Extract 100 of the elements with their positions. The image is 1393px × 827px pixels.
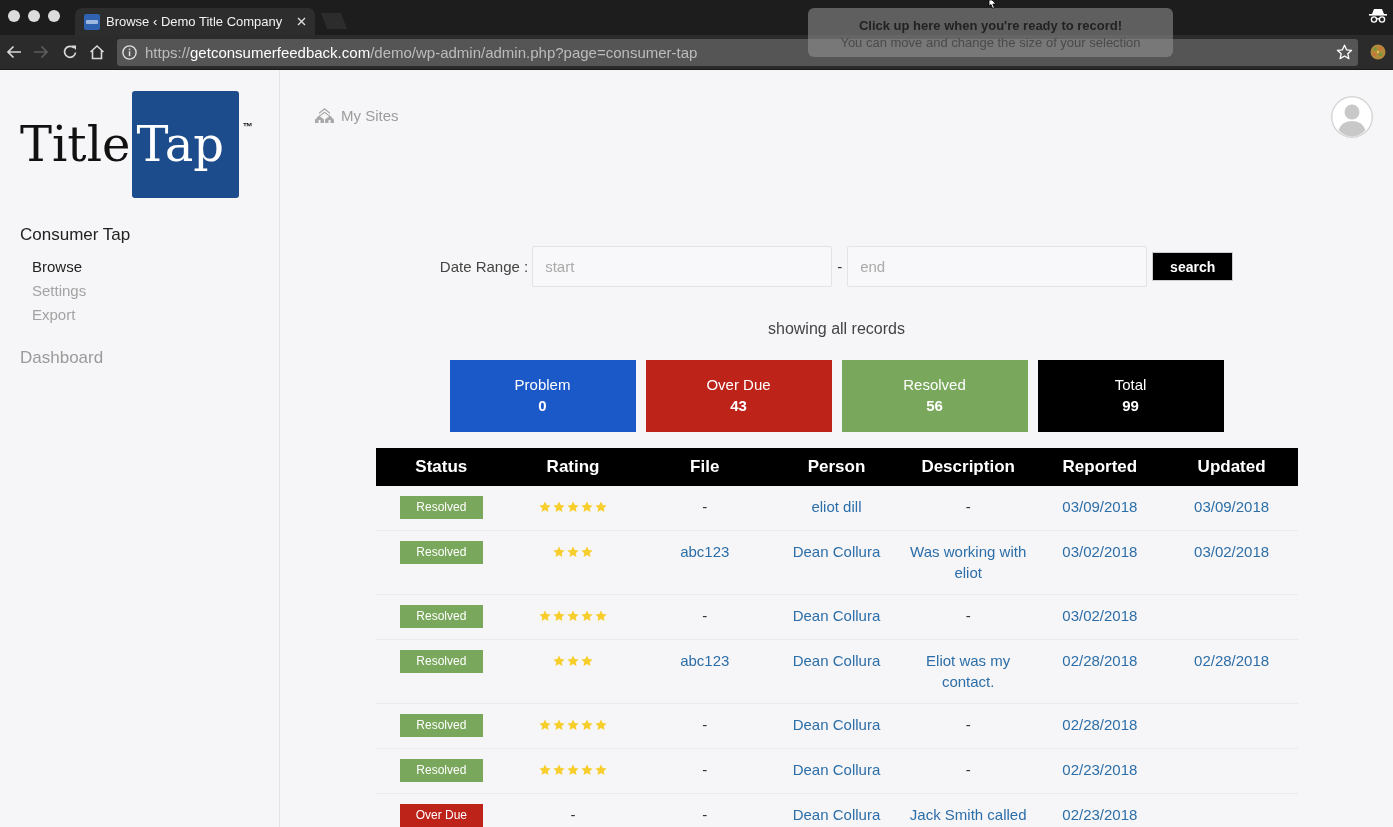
close-icon[interactable] bbox=[297, 17, 306, 26]
sidebar-item[interactable]: Browse bbox=[32, 255, 83, 279]
logo-text: Title bbox=[20, 115, 131, 174]
sidebar-section[interactable]: Consumer Tap bbox=[20, 224, 131, 246]
stat-value: 56 bbox=[926, 396, 943, 416]
description-link[interactable]: Was working with eliot bbox=[906, 541, 1030, 583]
incognito-icon[interactable] bbox=[1369, 8, 1387, 23]
file-link[interactable]: abc123 bbox=[680, 652, 730, 669]
table-cell: - bbox=[902, 594, 1034, 640]
date-link[interactable]: 03/02/2018 bbox=[1194, 543, 1270, 560]
star-icon bbox=[539, 501, 552, 513]
table-cell: - bbox=[638, 748, 771, 794]
date-link[interactable]: 03/09/2018 bbox=[1194, 498, 1270, 515]
extension-icon[interactable] bbox=[1370, 44, 1386, 60]
info-icon[interactable] bbox=[122, 44, 137, 60]
star-icon bbox=[567, 610, 580, 622]
reload-icon[interactable] bbox=[62, 44, 78, 60]
date-link[interactable]: 02/28/2018 bbox=[1062, 652, 1138, 669]
stat-label: Total bbox=[1114, 375, 1147, 395]
star-icon bbox=[581, 719, 594, 731]
person-link[interactable]: Dean Collura bbox=[792, 716, 881, 733]
table-cell: - bbox=[638, 594, 771, 640]
star-icon bbox=[595, 501, 608, 513]
date-link[interactable]: 03/02/2018 bbox=[1062, 543, 1138, 560]
stat-value: 0 bbox=[538, 396, 547, 416]
star-icon bbox=[553, 610, 566, 622]
person-link[interactable]: Dean Collura bbox=[792, 652, 881, 669]
star-icon bbox=[595, 610, 608, 622]
window-minimize-icon[interactable] bbox=[28, 10, 40, 22]
star-icon bbox=[553, 764, 566, 776]
status-badge: Resolved bbox=[399, 496, 483, 519]
stat-label: Problem bbox=[514, 375, 571, 395]
star-icon bbox=[581, 655, 594, 667]
star-icon bbox=[567, 655, 580, 667]
status-badge: Resolved bbox=[399, 541, 483, 564]
status-badge: Resolved bbox=[399, 759, 483, 782]
status-badge: Resolved bbox=[399, 605, 483, 628]
logo-tile: Tap bbox=[132, 91, 240, 198]
records-summary: showing all records bbox=[768, 319, 905, 339]
end-date-field[interactable]: end bbox=[847, 246, 1148, 287]
houses-icon bbox=[315, 107, 334, 123]
person-link[interactable]: eliot dill bbox=[811, 498, 862, 515]
range-separator: - bbox=[837, 258, 843, 275]
table-cell: - bbox=[638, 703, 771, 749]
person-link[interactable]: Dean Collura bbox=[792, 543, 881, 560]
file-link[interactable]: abc123 bbox=[680, 543, 730, 560]
window-zoom-icon[interactable] bbox=[48, 10, 60, 22]
star-icon bbox=[567, 719, 580, 731]
stat-label: Resolved bbox=[903, 375, 966, 395]
table-cell: - bbox=[507, 793, 639, 827]
star-icon bbox=[553, 719, 566, 731]
start-date-field[interactable]: start bbox=[532, 246, 833, 287]
person-link[interactable]: Dean Collura bbox=[792, 761, 881, 778]
star-icon bbox=[567, 501, 580, 513]
star-icon bbox=[567, 764, 580, 776]
star-icon bbox=[539, 719, 552, 731]
star-icon bbox=[553, 655, 566, 667]
table-cell: - bbox=[638, 486, 771, 531]
status-badge: Over Due bbox=[399, 804, 483, 827]
table-cell: - bbox=[902, 703, 1034, 749]
table-cell: - bbox=[902, 486, 1034, 531]
status-badge: Resolved bbox=[399, 650, 483, 673]
star-icon bbox=[581, 546, 594, 558]
date-link[interactable]: 03/02/2018 bbox=[1062, 607, 1138, 624]
table-cell: - bbox=[638, 793, 771, 827]
person-link[interactable]: Dean Collura bbox=[792, 607, 881, 624]
stat-value: 99 bbox=[1122, 396, 1139, 416]
column-header: Description bbox=[902, 448, 1034, 486]
search-button[interactable]: search bbox=[1152, 252, 1234, 281]
column-header: File bbox=[638, 448, 771, 486]
star-icon bbox=[567, 546, 580, 558]
star-icon bbox=[539, 610, 552, 622]
browser-tab[interactable]: Browse ‹ Demo Title Company bbox=[75, 8, 315, 35]
star-icon bbox=[553, 546, 566, 558]
star-icon bbox=[581, 764, 594, 776]
column-header: Person bbox=[770, 448, 903, 486]
column-header: Updated bbox=[1165, 448, 1298, 486]
back-icon[interactable] bbox=[6, 44, 22, 60]
favicon-icon bbox=[84, 13, 100, 30]
description-link[interactable]: Eliot was my contact. bbox=[906, 650, 1030, 692]
star-icon[interactable] bbox=[1336, 43, 1353, 61]
mouse-pointer-icon bbox=[988, 0, 999, 9]
person-link[interactable]: Dean Collura bbox=[792, 806, 881, 823]
star-icon bbox=[581, 610, 594, 622]
column-header: Rating bbox=[507, 448, 639, 486]
description-link[interactable]: Jack Smith called bbox=[906, 804, 1030, 825]
date-link[interactable]: 02/28/2018 bbox=[1062, 716, 1138, 733]
date-range-label: Date Range : bbox=[439, 258, 529, 275]
date-link[interactable]: 02/28/2018 bbox=[1194, 652, 1270, 669]
stat-label: Over Due bbox=[706, 375, 771, 395]
date-link[interactable]: 03/09/2018 bbox=[1062, 498, 1138, 515]
sidebar-section[interactable]: Dashboard bbox=[20, 347, 104, 369]
stat-value: 43 bbox=[730, 396, 747, 416]
date-link[interactable]: 02/23/2018 bbox=[1062, 761, 1138, 778]
window-close-icon[interactable] bbox=[8, 10, 20, 22]
my-sites-link[interactable]: My Sites bbox=[315, 106, 399, 124]
date-link[interactable]: 02/23/2018 bbox=[1062, 806, 1138, 823]
column-header: Reported bbox=[1034, 448, 1166, 486]
home-icon[interactable] bbox=[89, 44, 105, 60]
prompt-title: Click up here when you're ready to record! bbox=[857, 17, 1124, 34]
